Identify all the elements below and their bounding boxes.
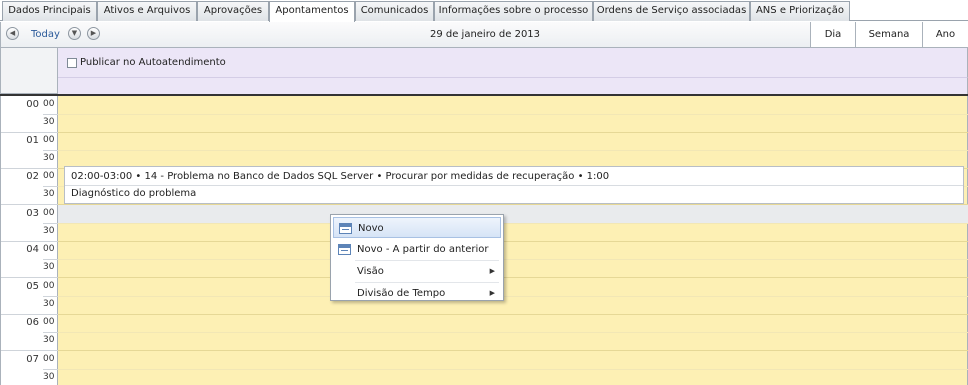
chevron-right-icon: ▶ — [489, 289, 495, 297]
minute-label: 00 — [43, 244, 55, 254]
hour-label: 00 — [26, 99, 39, 110]
gutter-divider — [1, 168, 59, 169]
hour-label: 01 — [26, 135, 39, 146]
gutter-divider — [43, 186, 59, 187]
tab-informacoes-processo[interactable]: Informações sobre o processo — [434, 1, 593, 21]
minute-label: 00 — [43, 171, 55, 181]
tab-ordens-servico[interactable]: Ordens de Serviço associadas — [593, 1, 750, 21]
slot-line — [58, 132, 968, 133]
allday-gutter — [0, 48, 58, 94]
menu-item-label: Novo - A partir do anterior — [357, 244, 489, 255]
minute-label: 30 — [43, 226, 55, 236]
slot-line — [58, 296, 968, 297]
slot-line — [58, 241, 968, 242]
tab-apontamentos[interactable]: Apontamentos — [269, 1, 355, 22]
menu-item-divisao-tempo[interactable]: Divisão de Tempo ▶ — [333, 283, 501, 304]
minute-label: 00 — [43, 354, 55, 364]
menu-item-label: Divisão de Tempo — [357, 288, 446, 299]
slot-line — [58, 314, 968, 315]
chevron-right-icon: ▶ — [489, 267, 495, 275]
slot-line — [58, 114, 968, 115]
gutter-divider — [1, 204, 59, 205]
hour-label: 04 — [26, 244, 39, 255]
minute-label: 30 — [43, 117, 55, 127]
view-day-button[interactable]: Dia — [810, 22, 855, 47]
tab-ativos-e-arquivos[interactable]: Ativos e Arquivos — [97, 1, 197, 21]
calendar-new-icon — [339, 223, 352, 234]
menu-item-visao[interactable]: Visão ▶ — [333, 261, 501, 282]
minute-label: 00 — [43, 208, 55, 218]
minute-label: 30 — [43, 153, 55, 163]
slot-line — [58, 369, 968, 370]
appointment-description: Diagnóstico do problema — [71, 188, 197, 199]
gutter-divider — [1, 314, 59, 315]
tab-bar: Dados Principais Ativos e Arquivos Aprov… — [0, 0, 968, 22]
hour-label: 03 — [26, 208, 39, 219]
publish-checkbox[interactable] — [67, 58, 77, 68]
minute-label: 00 — [43, 135, 55, 145]
minute-label: 00 — [43, 99, 55, 109]
tab-ans-priorizacao[interactable]: ANS e Priorização — [750, 1, 850, 21]
minute-label: 30 — [43, 189, 55, 199]
time-gutter: 00 00 30 01 00 30 02 00 30 03 00 30 04 0… — [0, 96, 59, 385]
gutter-divider — [43, 259, 59, 260]
allday-row[interactable]: Publicar no Autoatendimento — [58, 48, 968, 78]
hour-label: 06 — [26, 317, 39, 328]
appointment-divider — [65, 185, 963, 186]
gutter-divider — [43, 223, 59, 224]
gutter-divider — [1, 241, 59, 242]
publish-checkbox-label: Publicar no Autoatendimento — [80, 57, 226, 68]
view-year-button[interactable]: Ano — [922, 22, 968, 47]
calendar-toolbar: ◀ Today ▼ ▶ 29 de janeiro de 2013 Dia Se… — [0, 22, 968, 48]
gutter-divider — [43, 150, 59, 151]
slot-line — [58, 259, 968, 260]
appointment[interactable]: 02:00-03:00 • 14 - Problema no Banco de … — [64, 166, 964, 204]
minute-label: 00 — [43, 317, 55, 327]
menu-item-novo-anterior[interactable]: Novo - A partir do anterior — [333, 239, 501, 260]
context-menu: Novo Novo - A partir do anterior Visão ▶… — [330, 214, 504, 301]
menu-item-label: Visão — [357, 266, 384, 277]
gutter-divider — [1, 350, 59, 351]
selected-time-slot[interactable] — [58, 205, 968, 223]
view-week-button[interactable]: Semana — [855, 22, 922, 47]
slot-line — [58, 223, 968, 224]
gutter-divider — [43, 369, 59, 370]
slot-line — [58, 332, 968, 333]
minute-label: 30 — [43, 299, 55, 309]
tab-dados-principais[interactable]: Dados Principais — [2, 1, 97, 21]
slot-line — [58, 277, 968, 278]
hour-label: 05 — [26, 281, 39, 292]
minute-label: 00 — [43, 281, 55, 291]
hour-label: 07 — [26, 354, 39, 365]
menu-item-label: Novo — [358, 223, 384, 234]
minute-label: 30 — [43, 372, 55, 382]
gutter-divider — [43, 332, 59, 333]
minute-label: 30 — [43, 335, 55, 345]
allday-row-secondary[interactable] — [58, 78, 968, 94]
time-slots[interactable] — [58, 96, 968, 385]
calendar-new-icon — [338, 244, 351, 255]
minute-label: 30 — [43, 262, 55, 272]
appointment-title: 02:00-03:00 • 14 - Problema no Banco de … — [71, 171, 610, 182]
slot-line — [58, 150, 968, 151]
tab-comunicados[interactable]: Comunicados — [355, 1, 434, 21]
gutter-divider — [43, 296, 59, 297]
slot-line — [58, 350, 968, 351]
menu-item-novo[interactable]: Novo — [333, 217, 501, 238]
hour-label: 02 — [26, 171, 39, 182]
gutter-divider — [1, 277, 59, 278]
gutter-divider — [1, 132, 59, 133]
tab-aprovacoes[interactable]: Aprovações — [197, 1, 269, 21]
slot-line — [58, 204, 968, 205]
gutter-divider — [43, 114, 59, 115]
